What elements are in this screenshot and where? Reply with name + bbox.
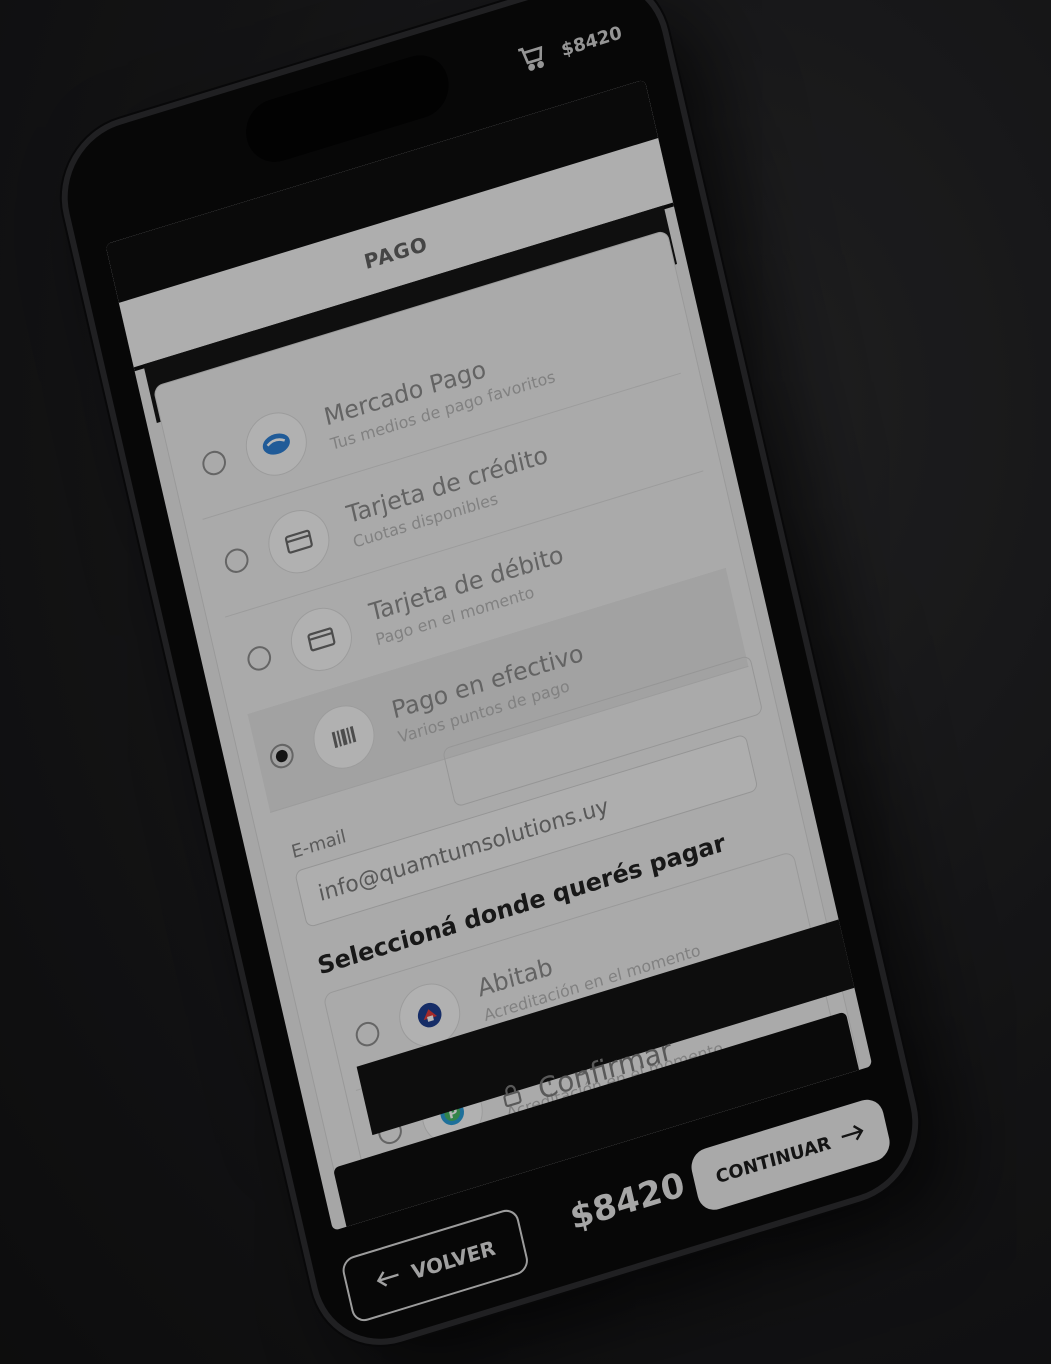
- mercadopago-icon: [239, 404, 313, 484]
- back-button[interactable]: VOLVER: [339, 1206, 531, 1325]
- barcode-icon: [307, 697, 381, 777]
- photo-scene: $8420 PAGO Mercado Pago Tus medios de pa…: [0, 0, 1051, 1364]
- phone-device: $8420 PAGO Mercado Pago Tus medios de pa…: [53, 0, 927, 1357]
- cart-icon[interactable]: [514, 37, 553, 82]
- arrow-right-icon: [837, 1120, 868, 1152]
- arrow-left-icon: [373, 1264, 404, 1296]
- credit-card-icon: [262, 502, 336, 582]
- radio-button[interactable]: [353, 1018, 382, 1050]
- continue-button[interactable]: CONTINUAR: [687, 1095, 894, 1215]
- checkout-screen: PAGO Mercado Pago Tus medios de pago fav…: [105, 79, 873, 1231]
- debit-card-icon: [284, 600, 359, 679]
- radio-button[interactable]: [199, 447, 229, 479]
- radio-button[interactable]: [245, 643, 274, 674]
- radio-button[interactable]: [222, 545, 251, 576]
- cart-total: $8420: [559, 22, 624, 62]
- cart-summary[interactable]: $8420: [514, 15, 626, 83]
- radio-button-selected[interactable]: [267, 740, 297, 772]
- order-total: $8420: [566, 1164, 689, 1239]
- back-label: VOLVER: [409, 1235, 498, 1285]
- continue-label: CONTINUAR: [713, 1132, 833, 1188]
